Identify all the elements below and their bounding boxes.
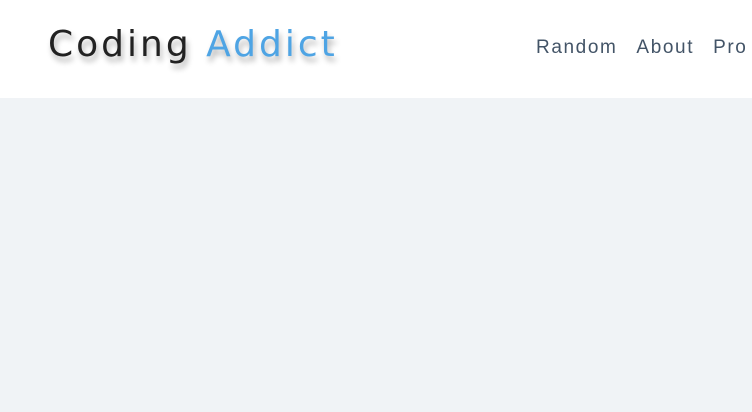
main-content-area — [0, 98, 752, 412]
nav-link-projects[interactable]: Pro — [713, 37, 747, 59]
nav-link-about[interactable]: About — [636, 37, 694, 59]
logo-text-addict: Addict — [206, 24, 338, 65]
nav-link-random[interactable]: Random — [536, 37, 617, 59]
logo-text-coding: Coding — [48, 24, 192, 65]
site-logo[interactable]: Coding Addict — [48, 24, 338, 65]
nav-menu: Random About Pro — [536, 37, 752, 59]
navbar: Coding Addict Random About Pro — [0, 0, 752, 98]
